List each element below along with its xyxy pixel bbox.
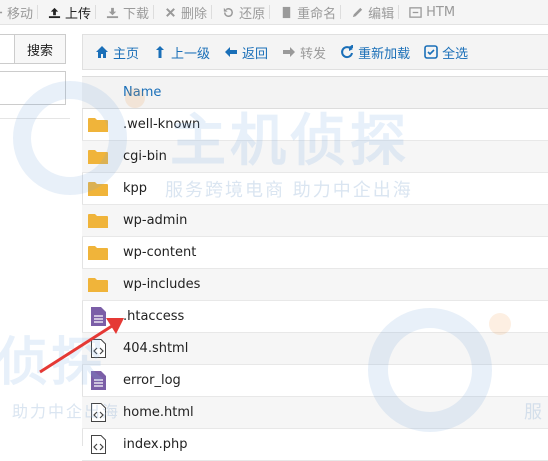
annotation-arrow (39, 318, 124, 374)
